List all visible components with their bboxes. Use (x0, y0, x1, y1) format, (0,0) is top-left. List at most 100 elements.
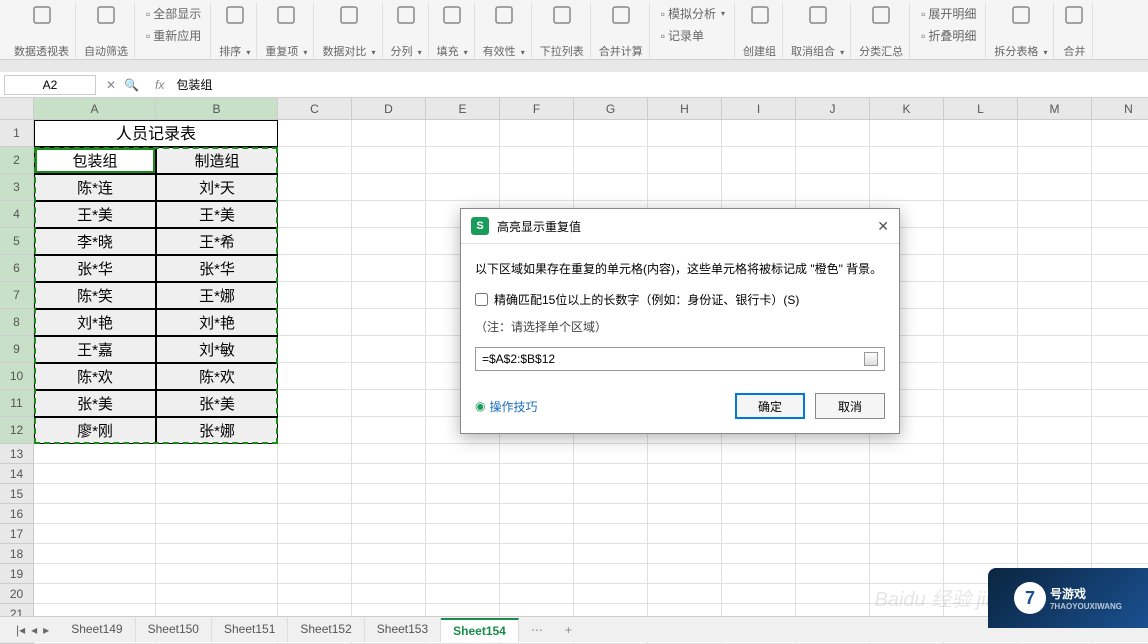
cell-F14[interactable] (500, 464, 574, 484)
cell-K14[interactable] (870, 464, 944, 484)
ribbon-自动筛选[interactable]: 自动筛选 (78, 3, 135, 59)
col-header-H[interactable]: H (648, 98, 722, 120)
cancel-button[interactable]: 取消 (815, 393, 885, 419)
cell-I13[interactable] (722, 444, 796, 464)
cell-M19[interactable] (1018, 564, 1092, 584)
cell-D11[interactable] (352, 390, 426, 417)
cell-E15[interactable] (426, 484, 500, 504)
tab-menu-icon[interactable]: ⋯ (521, 623, 553, 637)
row-header-2[interactable]: 2 (0, 147, 34, 174)
name-box[interactable] (4, 75, 96, 95)
cell-C9[interactable] (278, 336, 352, 363)
cell-G1[interactable] (574, 120, 648, 147)
tips-link[interactable]: ◉ 操作技巧 (475, 398, 538, 415)
col-header-G[interactable]: G (574, 98, 648, 120)
cell-I2[interactable] (722, 147, 796, 174)
cell-A4[interactable]: 王*美 (34, 201, 156, 228)
col-header-L[interactable]: L (944, 98, 1018, 120)
cell-B4[interactable]: 王*美 (156, 201, 278, 228)
ribbon-数据对比[interactable]: 数据对比 ▾ (316, 3, 382, 59)
cell-E3[interactable] (426, 174, 500, 201)
cell-L13[interactable] (944, 444, 1018, 464)
cell-B15[interactable] (156, 484, 278, 504)
ribbon-数据透视表[interactable]: 数据透视表 (8, 3, 76, 59)
cell-N9[interactable] (1092, 336, 1148, 363)
cell-M8[interactable] (1018, 309, 1092, 336)
cell-A16[interactable] (34, 504, 156, 524)
cell-A11[interactable]: 张*美 (34, 390, 156, 417)
cell-D3[interactable] (352, 174, 426, 201)
cell-H14[interactable] (648, 464, 722, 484)
ribbon-重复项[interactable]: 重复项 ▾ (259, 3, 314, 59)
cell-L1[interactable] (944, 120, 1018, 147)
cell-B8[interactable]: 刘*艳 (156, 309, 278, 336)
ribbon-下拉列表[interactable]: 下拉列表 (534, 3, 591, 59)
cell-A7[interactable]: 陈*笑 (34, 282, 156, 309)
cell-E13[interactable] (426, 444, 500, 464)
formula-input[interactable] (170, 78, 1148, 92)
cell-C17[interactable] (278, 524, 352, 544)
cell-H16[interactable] (648, 504, 722, 524)
cell-C11[interactable] (278, 390, 352, 417)
cell-I3[interactable] (722, 174, 796, 201)
cell-K2[interactable] (870, 147, 944, 174)
cell-D7[interactable] (352, 282, 426, 309)
row-header-11[interactable]: 11 (0, 390, 34, 417)
cell-A14[interactable] (34, 464, 156, 484)
cell-M4[interactable] (1018, 201, 1092, 228)
col-header-M[interactable]: M (1018, 98, 1092, 120)
cell-D6[interactable] (352, 255, 426, 282)
cell-L19[interactable] (944, 564, 1018, 584)
checkbox-input[interactable] (475, 293, 488, 306)
sheet-tab-Sheet154[interactable]: Sheet154 (441, 618, 519, 642)
row-header-14[interactable]: 14 (0, 464, 34, 484)
cell-I18[interactable] (722, 544, 796, 564)
cell-E1[interactable] (426, 120, 500, 147)
cell-L10[interactable] (944, 363, 1018, 390)
row-header-3[interactable]: 3 (0, 174, 34, 201)
cell-A9[interactable]: 王*嘉 (34, 336, 156, 363)
cell-D8[interactable] (352, 309, 426, 336)
cell-G14[interactable] (574, 464, 648, 484)
cell-J18[interactable] (796, 544, 870, 564)
range-picker-icon[interactable] (864, 352, 878, 366)
cell-E18[interactable] (426, 544, 500, 564)
sheet-tab-Sheet152[interactable]: Sheet152 (288, 618, 364, 642)
row-header-9[interactable]: 9 (0, 336, 34, 363)
cell-N17[interactable] (1092, 524, 1148, 544)
cell-M12[interactable] (1018, 417, 1092, 444)
cell-B16[interactable] (156, 504, 278, 524)
cell-K15[interactable] (870, 484, 944, 504)
ribbon-item-记录单[interactable]: ▫记录单 (658, 25, 707, 46)
cell-A17[interactable] (34, 524, 156, 544)
cell-N8[interactable] (1092, 309, 1148, 336)
ribbon-有效性[interactable]: 有效性 ▾ (477, 3, 532, 59)
cell-L4[interactable] (944, 201, 1018, 228)
add-sheet-icon[interactable]: + (555, 623, 582, 637)
cell-L20[interactable] (944, 584, 1018, 604)
cell-G2[interactable] (574, 147, 648, 174)
cell-D4[interactable] (352, 201, 426, 228)
cell-M1[interactable] (1018, 120, 1092, 147)
cell-L17[interactable] (944, 524, 1018, 544)
sheet-tab-Sheet150[interactable]: Sheet150 (136, 618, 212, 642)
cell-A8[interactable]: 刘*艳 (34, 309, 156, 336)
cell-H1[interactable] (648, 120, 722, 147)
active-cell[interactable]: 包装组 (35, 148, 155, 173)
cell-J15[interactable] (796, 484, 870, 504)
cell-D9[interactable] (352, 336, 426, 363)
cell-C13[interactable] (278, 444, 352, 464)
cell-C2[interactable] (278, 147, 352, 174)
cell-L5[interactable] (944, 228, 1018, 255)
cell-N7[interactable] (1092, 282, 1148, 309)
cell-F16[interactable] (500, 504, 574, 524)
tab-first-icon[interactable]: |◂ (16, 623, 25, 637)
cell-B19[interactable] (156, 564, 278, 584)
cell-K1[interactable] (870, 120, 944, 147)
cell-B3[interactable]: 刘*天 (156, 174, 278, 201)
cell-D1[interactable] (352, 120, 426, 147)
cell-A20[interactable] (34, 584, 156, 604)
cancel-icon[interactable]: ✕ (106, 78, 116, 92)
tab-prev-icon[interactable]: ◂ (31, 623, 37, 637)
cell-D18[interactable] (352, 544, 426, 564)
